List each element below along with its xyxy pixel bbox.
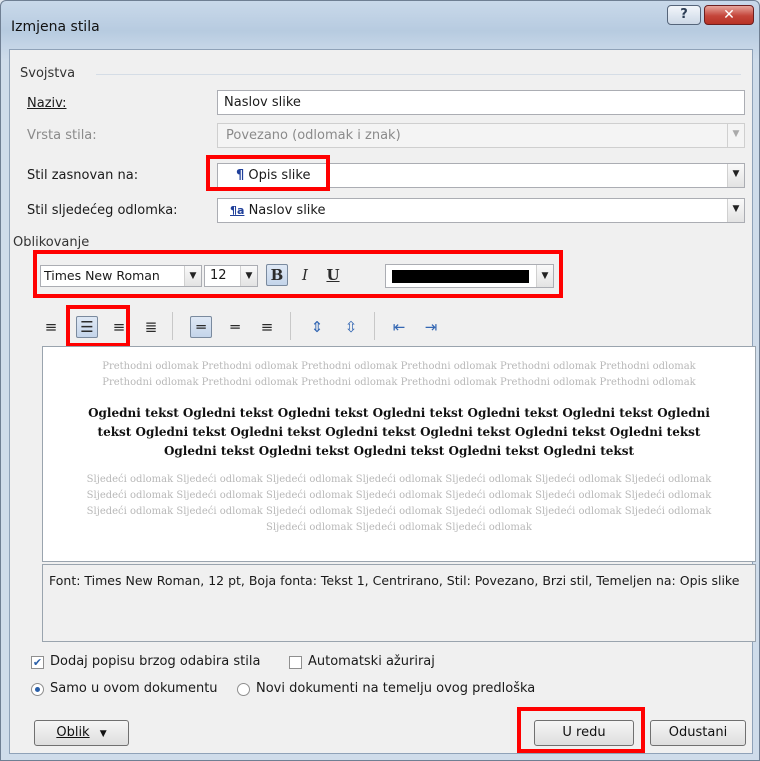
preview-next-paragraph: Sljedeći odlomak Sljedeći odlomak Sljede… bbox=[86, 474, 712, 533]
dialog-window: Izmjena stila ? ✕ Svojstva Naziv: Naslov… bbox=[0, 0, 760, 761]
only-this-document-radio[interactable] bbox=[31, 683, 44, 696]
highlight-font-toolbar bbox=[33, 250, 563, 298]
auto-update-label[interactable]: Automatski ažuriraj bbox=[308, 654, 435, 669]
new-documents-label[interactable]: Novi dokumenti na temelju ovog predloška bbox=[256, 681, 535, 696]
preview-sample-text: Ogledni tekst Ogledni tekst Ogledni teks… bbox=[88, 406, 710, 458]
align-left-button[interactable]: ≡ bbox=[40, 316, 62, 338]
highlight-based-on bbox=[206, 155, 330, 191]
format-menu-button[interactable]: Oblik ▼ bbox=[34, 720, 129, 746]
preview-previous-paragraph: Prethodni odlomak Prethodni odlomak Pret… bbox=[102, 361, 696, 388]
double-spacing-button[interactable]: ≡ bbox=[256, 316, 278, 338]
toolbar-divider bbox=[172, 312, 173, 340]
style-type-value: Povezano (odlomak i znak) bbox=[226, 128, 401, 143]
name-input[interactable]: Naslov slike bbox=[217, 90, 745, 115]
next-style-value: Naslov slike bbox=[248, 203, 326, 218]
quick-style-checkbox[interactable]: ✔ bbox=[31, 656, 44, 669]
properties-group-title: Svojstva bbox=[20, 66, 76, 81]
chevron-down-icon: ▼ bbox=[727, 124, 744, 147]
only-this-document-label[interactable]: Samo u ovom dokumentu bbox=[50, 681, 218, 696]
quick-style-label[interactable]: Dodaj popisu brzog odabira stila bbox=[50, 654, 260, 669]
new-documents-radio[interactable] bbox=[237, 683, 250, 696]
dialog-client-area: Svojstva Naziv: Naslov slike Vrsta stila… bbox=[9, 49, 756, 754]
title-bar[interactable]: Izmjena stila ? ✕ bbox=[1, 1, 760, 47]
based-on-label: Stil zasnovan na: bbox=[27, 168, 139, 183]
style-preview: Prethodni odlomak Prethodni odlomak Pret… bbox=[42, 346, 756, 562]
toolbar-divider bbox=[374, 312, 375, 340]
next-style-label: Stil sljedećeg odlomka: bbox=[27, 203, 178, 218]
name-label: Naziv: bbox=[27, 96, 67, 111]
highlight-ok-button bbox=[517, 707, 645, 753]
chevron-down-icon[interactable]: ▼ bbox=[727, 199, 744, 222]
space-before-button[interactable]: ⇕ bbox=[306, 316, 328, 338]
auto-update-checkbox[interactable] bbox=[289, 656, 302, 669]
next-style-select[interactable]: ¶a Naslov slike ▼ bbox=[217, 198, 745, 223]
cancel-button[interactable]: Odustani bbox=[650, 720, 746, 746]
onehalf-spacing-button[interactable]: ═ bbox=[224, 316, 246, 338]
dialog-title: Izmjena stila bbox=[11, 19, 100, 35]
style-type-select: Povezano (odlomak i znak) ▼ bbox=[217, 123, 745, 148]
format-button-label: Oblik bbox=[56, 725, 90, 740]
chevron-down-icon: ▼ bbox=[99, 729, 107, 739]
properties-separator bbox=[96, 74, 741, 75]
highlight-center-align bbox=[66, 305, 130, 347]
space-after-button[interactable]: ⇳ bbox=[340, 316, 362, 338]
style-description: Font: Times New Roman, 12 pt, Boja fonta… bbox=[42, 564, 756, 642]
linked-style-icon: ¶a bbox=[230, 204, 245, 217]
style-type-label: Vrsta stila: bbox=[27, 128, 97, 143]
decrease-indent-button[interactable]: ⇤ bbox=[388, 316, 410, 338]
chevron-down-icon[interactable]: ▼ bbox=[727, 164, 744, 187]
help-button[interactable]: ? bbox=[667, 5, 701, 25]
single-spacing-button[interactable]: ═ bbox=[190, 316, 212, 338]
formatting-group-title: Oblikovanje bbox=[13, 235, 90, 250]
justify-button[interactable]: ≣ bbox=[140, 316, 162, 338]
increase-indent-button[interactable]: ⇥ bbox=[420, 316, 442, 338]
toolbar-divider bbox=[290, 312, 291, 340]
close-button[interactable]: ✕ bbox=[704, 5, 754, 25]
